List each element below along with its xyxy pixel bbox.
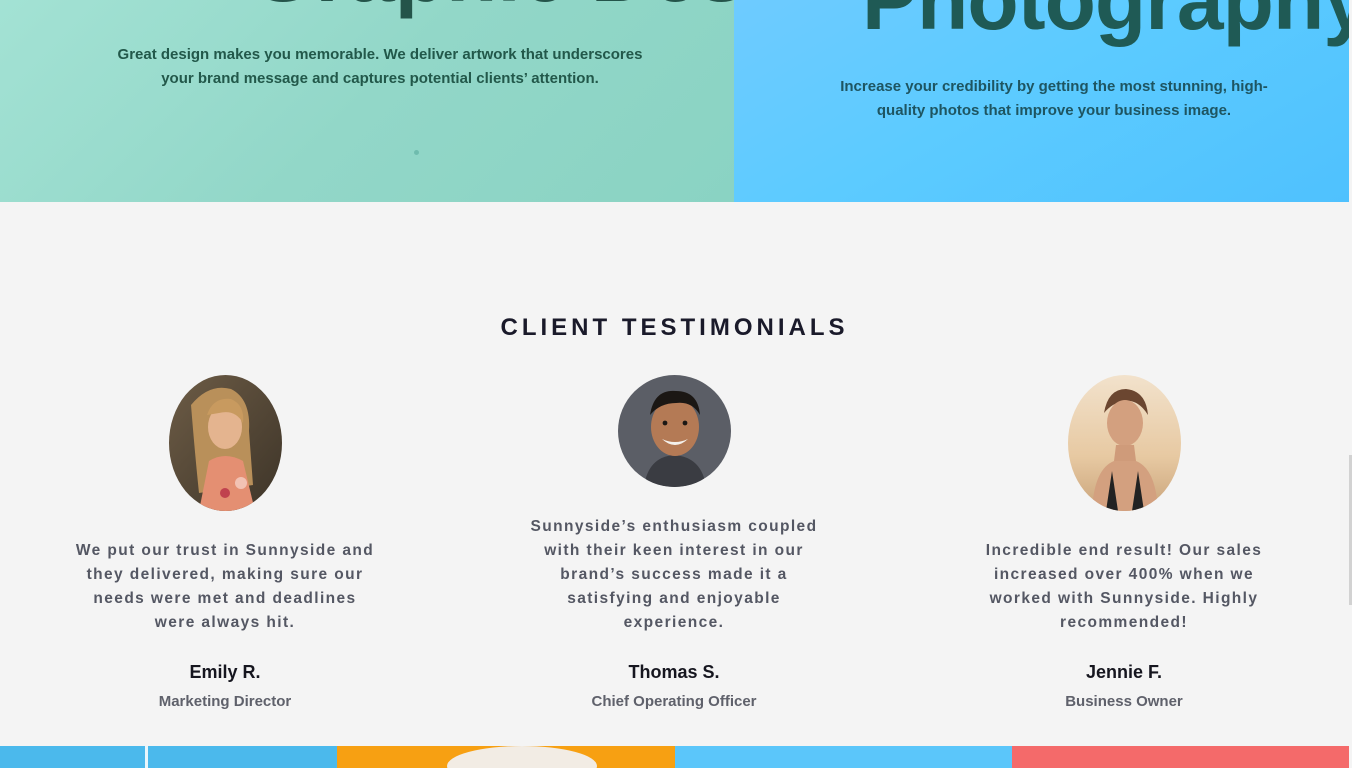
testimonial-name: Thomas S. xyxy=(628,662,720,682)
photography-description: Increase your credibility by getting the… xyxy=(840,78,1268,119)
testimonial-card: We put our trust in Sunnyside and they d… xyxy=(55,375,395,710)
gallery-image-milk-bottles xyxy=(0,746,337,768)
testimonial-role: Marketing Director xyxy=(158,693,292,710)
graphic-design-heading: Graphic Design xyxy=(250,0,734,14)
testimonial-name: Jennie F. xyxy=(1085,662,1163,682)
decorative-speck xyxy=(414,150,419,155)
photography-panel: Photography Increase your credibility by… xyxy=(734,0,1349,202)
graphic-design-panel: Graphic Design Great design makes you me… xyxy=(0,0,734,202)
photography-heading: Photography xyxy=(862,0,1349,47)
testimonial-role: Business Owner xyxy=(1065,693,1183,710)
testimonial-card: Sunnyside’s enthusiasm coupled with thei… xyxy=(504,375,844,710)
testimonial-quote: Incredible end result! Our sales increas… xyxy=(985,542,1263,631)
gallery-image-cone xyxy=(675,746,1012,768)
woman-portrait-icon xyxy=(168,375,282,511)
gallery-image-orange xyxy=(337,746,675,768)
woman-portrait-icon xyxy=(1067,375,1181,511)
testimonial-card: Incredible end result! Our sales increas… xyxy=(954,375,1294,710)
man-portrait-icon xyxy=(617,375,731,487)
graphic-design-description: Great design makes you memorable. We del… xyxy=(117,46,643,87)
testimonial-role: Chief Operating Officer xyxy=(591,693,757,710)
gallery-strip xyxy=(0,746,1349,768)
testimonial-quote: Sunnyside’s enthusiasm coupled with thei… xyxy=(530,518,818,631)
testimonial-quote: We put our trust in Sunnyside and they d… xyxy=(75,542,375,631)
testimonial-name: Emily R. xyxy=(189,662,261,682)
testimonials-heading: CLIENT TESTIMONIALS xyxy=(500,314,849,341)
gallery-image-sugar-cubes xyxy=(1012,746,1349,768)
services-section: Graphic Design Great design makes you me… xyxy=(0,0,1349,202)
